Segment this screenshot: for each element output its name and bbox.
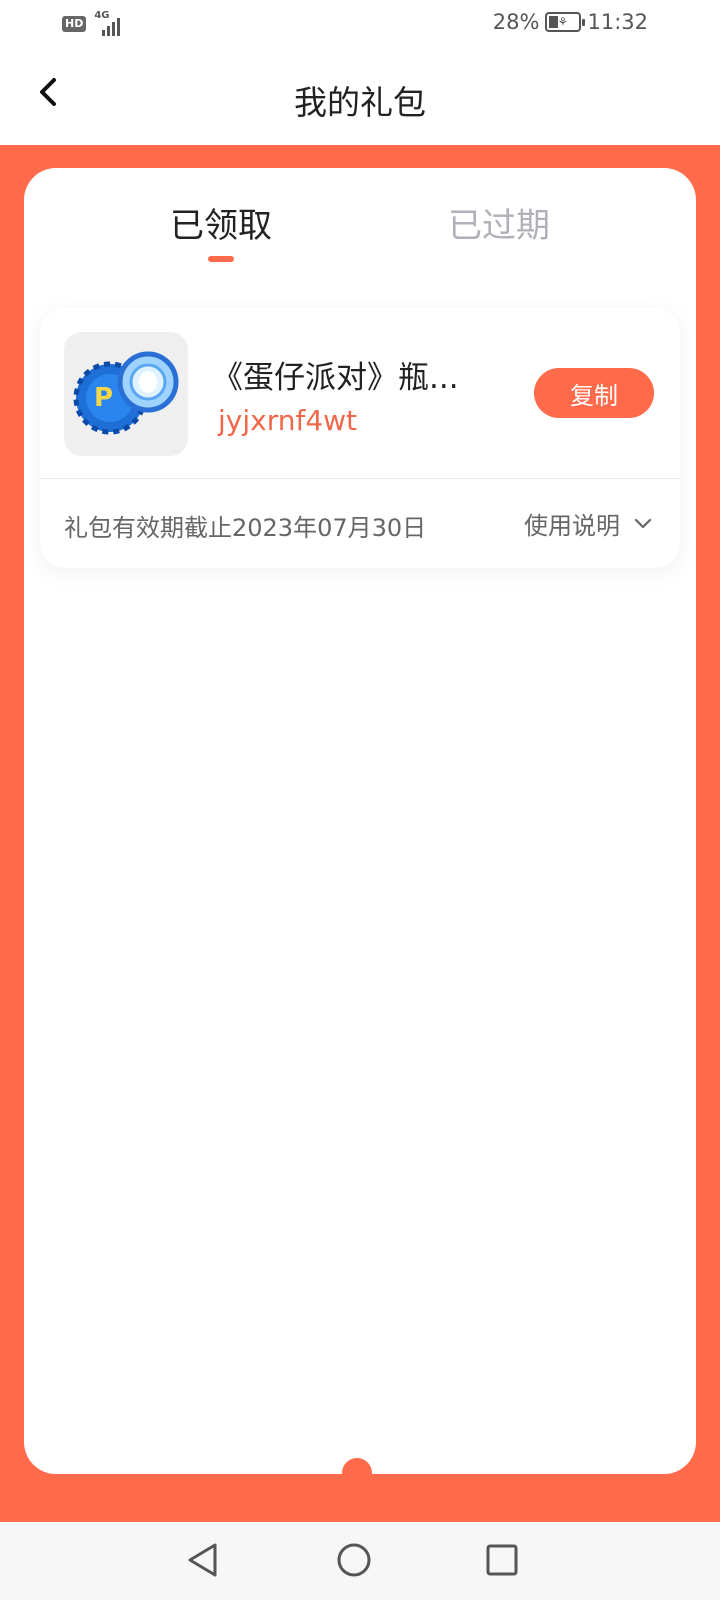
copy-button[interactable]: 复制 [534, 368, 654, 418]
back-triangle-icon [188, 1543, 217, 1577]
active-tab-indicator [208, 256, 234, 262]
hd-badge: HD [62, 16, 87, 32]
tab-expired[interactable]: 已过期 [448, 198, 550, 247]
content-panel: 已领取 已过期 P 《蛋仔派对》瓶... jyjxrnf4wt 复制 礼包有效期… [24, 168, 696, 1474]
recents-square-icon [486, 1544, 518, 1576]
card-divider [40, 478, 680, 479]
chevron-down-icon [634, 518, 652, 528]
system-nav-bar [0, 1522, 720, 1600]
tab-bar: 已领取 已过期 [24, 168, 696, 278]
page-title: 我的礼包 [294, 83, 426, 122]
battery-icon: ⚘ [545, 12, 586, 32]
game-icon: P [64, 332, 188, 456]
nav-home-button[interactable] [332, 1538, 376, 1582]
svg-text:P: P [94, 383, 113, 413]
signal-icon: 4G [94, 10, 130, 36]
status-right: 28% ⚘ 11:32 [493, 10, 648, 34]
panel-dot [342, 1458, 372, 1488]
nav-recents-button[interactable] [480, 1538, 524, 1582]
usage-instructions-toggle[interactable]: 使用说明 [524, 506, 652, 541]
status-bar: HD 4G 28% ⚘ 11:32 [0, 0, 720, 50]
battery-percent: 28% [492, 10, 540, 34]
nav-back-button[interactable] [180, 1538, 224, 1582]
title-bar: 我的礼包 [0, 50, 720, 145]
home-circle-icon [337, 1543, 371, 1577]
gift-card: P 《蛋仔派对》瓶... jyjxrnf4wt 复制 礼包有效期截止2023年0… [40, 308, 680, 568]
status-left: HD 4G [62, 10, 130, 36]
tab-received[interactable]: 已领取 [170, 198, 272, 247]
usage-label: 使用说明 [524, 512, 620, 540]
gift-code: jyjxrnf4wt [218, 404, 358, 437]
gift-name: 《蛋仔派对》瓶... [212, 360, 459, 396]
expiry-text: 礼包有效期截止2023年07月30日 [64, 514, 427, 542]
clock: 11:32 [587, 10, 648, 34]
